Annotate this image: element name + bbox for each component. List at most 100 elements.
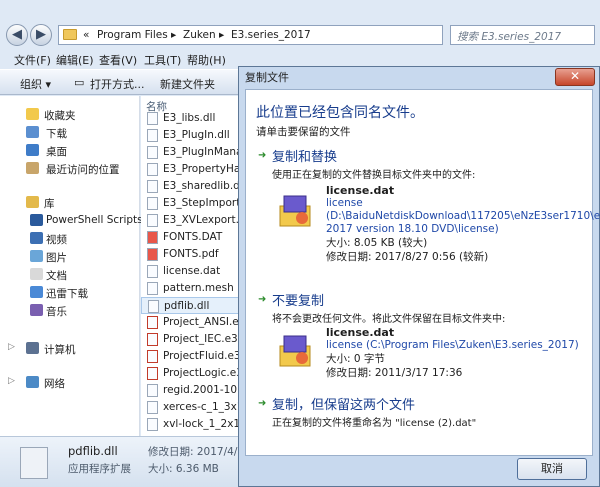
list-item[interactable]: E3_sharedlib.dll	[141, 178, 240, 195]
file-icon	[147, 214, 158, 227]
nav-documents[interactable]: 文档	[0, 266, 140, 284]
list-item[interactable]: license.dat	[141, 263, 240, 280]
download-icon	[26, 126, 39, 138]
option-replace-title[interactable]: 复制和替换	[272, 146, 337, 165]
desktop-icon	[26, 144, 39, 156]
copy-file-dialog: 复制文件 ✕ 此位置已经包含同名文件。 请单击要保留的文件 ➜ 复制和替换 使用…	[238, 66, 600, 487]
file-icon	[147, 146, 158, 159]
menu-tools[interactable]: 工具(T)	[144, 52, 181, 68]
navigation-pane: 收藏夹 下载 桌面 最近访问的位置 库 PowerShell Scripts 视…	[0, 96, 143, 436]
replace-path-line1: license	[326, 197, 363, 209]
star-icon	[26, 108, 39, 120]
skip-size: 大小: 0 字节	[326, 353, 385, 365]
list-item[interactable]: ProjectFluid.e3t	[141, 348, 240, 365]
menu-view[interactable]: 查看(V)	[99, 52, 137, 68]
list-item[interactable]: xvl-lock_1_2x12	[141, 416, 240, 433]
list-item[interactable]: FONTS.DAT	[141, 229, 240, 246]
list-item[interactable]: Project_IEC.e3t	[141, 331, 240, 348]
file-icon	[147, 163, 158, 176]
open-with-button[interactable]: 打开方式...	[90, 76, 145, 92]
nav-xunlei[interactable]: 迅雷下载	[0, 284, 140, 302]
file-icon	[147, 265, 158, 278]
cancel-button[interactable]: 取消	[517, 458, 587, 480]
nav-downloads[interactable]: 下载	[0, 124, 140, 142]
dialog-subheading: 请单击要保留的文件	[256, 126, 351, 138]
option-keep-both-title[interactable]: 复制，但保留这两个文件	[272, 394, 415, 413]
skip-date: 修改日期: 2011/3/17 17:36	[326, 367, 463, 379]
dialog-heading: 此位置已经包含同名文件。	[256, 105, 424, 121]
organize-button[interactable]: 组织 ▾	[20, 76, 51, 92]
replace-date: 修改日期: 2017/8/27 0:56 (较新)	[326, 251, 489, 263]
folder-icon	[63, 29, 77, 40]
forward-button[interactable]: ▶	[30, 24, 52, 46]
expand-arrow-icon[interactable]: ▷	[8, 376, 15, 386]
green-arrow-icon: ➜	[258, 294, 267, 305]
menu-file[interactable]: 文件(F)	[14, 52, 51, 68]
menu-help[interactable]: 帮助(H)	[187, 52, 226, 68]
list-item[interactable]: FONTS.pdf	[141, 246, 240, 263]
nav-libraries[interactable]: 库	[0, 194, 140, 212]
list-item-selected[interactable]: pdflib.dll	[141, 297, 240, 314]
nav-video[interactable]: 视频	[0, 230, 140, 248]
file-icon	[147, 418, 158, 431]
pdf-icon	[147, 231, 158, 244]
pictures-icon	[30, 250, 43, 262]
recent-places-icon	[26, 162, 39, 174]
list-item[interactable]: E3_XVLexport.dll	[141, 212, 240, 229]
skip-path: license (C:\Program Files\Zuken\E3.serie…	[326, 339, 579, 351]
back-button[interactable]: ◀	[6, 24, 28, 46]
music-icon	[30, 304, 43, 316]
expand-arrow-icon[interactable]: ▷	[8, 342, 15, 352]
open-with-icon: ▭	[74, 76, 85, 89]
nav-computer[interactable]: ▷ 计算机	[0, 340, 140, 358]
breadcrumb-sep: «	[83, 29, 90, 41]
nav-favorites[interactable]: 收藏夹	[0, 106, 140, 124]
option-skip-desc: 将不会更改任何文件。将此文件保留在目标文件夹中:	[272, 314, 506, 325]
breadcrumb-program-files[interactable]: Program Files	[97, 29, 168, 41]
option-keep-both-desc: 正在复制的文件将重命名为 "license (2).dat"	[272, 418, 477, 429]
nav-recent[interactable]: 最近访问的位置	[0, 160, 140, 178]
dialog-title: 复制文件	[245, 71, 289, 84]
option-skip-title[interactable]: 不要复制	[272, 290, 324, 309]
nav-pictures[interactable]: 图片	[0, 248, 140, 266]
list-item[interactable]: E3_PlugInManager	[141, 144, 240, 161]
list-item[interactable]: E3_libs.dll	[141, 110, 240, 127]
list-item[interactable]: pattern.mesh	[141, 280, 240, 297]
list-item[interactable]: E3_PropertyHandler	[141, 161, 240, 178]
breadcrumb-e3series[interactable]: E3.series_2017	[231, 29, 311, 41]
setup-file-icon	[279, 335, 311, 367]
list-item[interactable]: regid.2001-10.com	[141, 382, 240, 399]
list-item[interactable]: Project_ANSI.e3t	[141, 314, 240, 331]
file-icon	[148, 300, 159, 313]
dialog-body: 此位置已经包含同名文件。 请单击要保留的文件 ➜ 复制和替换 使用正在复制的文件…	[245, 89, 600, 456]
address-bar[interactable]: « Program Files ▸ Zuken ▸ E3.series_2017	[58, 25, 443, 45]
details-size: 大小: 6.36 MB	[148, 463, 219, 475]
green-arrow-icon: ➜	[258, 150, 267, 161]
list-item[interactable]: ProjectLogic.e3t	[141, 365, 240, 382]
video-icon	[30, 232, 43, 244]
nav-network[interactable]: ▷ 网络	[0, 374, 140, 392]
file-icon	[147, 401, 158, 414]
nav-powershell[interactable]: PowerShell Scripts	[0, 212, 143, 230]
nav-music[interactable]: 音乐	[0, 302, 140, 320]
file-icon	[147, 180, 158, 193]
list-item[interactable]: E3_PlugIn.dll	[141, 127, 240, 144]
computer-icon	[26, 342, 39, 354]
list-item[interactable]: E3_StepImport.dll	[141, 195, 240, 212]
e3-template-icon	[147, 367, 158, 380]
menu-edit[interactable]: 编辑(E)	[56, 52, 94, 68]
breadcrumb-zuken[interactable]: Zuken	[183, 29, 216, 41]
new-folder-button[interactable]: 新建文件夹	[160, 76, 215, 92]
replace-filename: license.dat	[326, 184, 395, 197]
details-pane: pdflib.dll 应用程序扩展 修改日期: 2017/4/26 14 大小:…	[0, 436, 267, 487]
close-button[interactable]: ✕	[555, 68, 595, 86]
file-icon	[147, 112, 158, 125]
file-icon	[147, 384, 158, 397]
file-icon	[147, 197, 158, 210]
breadcrumb-sep-icon: ▸	[219, 29, 225, 41]
list-item[interactable]: xerces-c_1_3x12	[141, 399, 240, 416]
address-row: ◀ ▶ « Program Files ▸ Zuken ▸ E3.series_…	[0, 22, 600, 48]
nav-desktop[interactable]: 桌面	[0, 142, 140, 160]
replace-path-line3: 2017 version 18.10 DVD\license)	[326, 223, 499, 235]
search-input[interactable]: 搜索 E3.series_2017	[450, 25, 595, 45]
